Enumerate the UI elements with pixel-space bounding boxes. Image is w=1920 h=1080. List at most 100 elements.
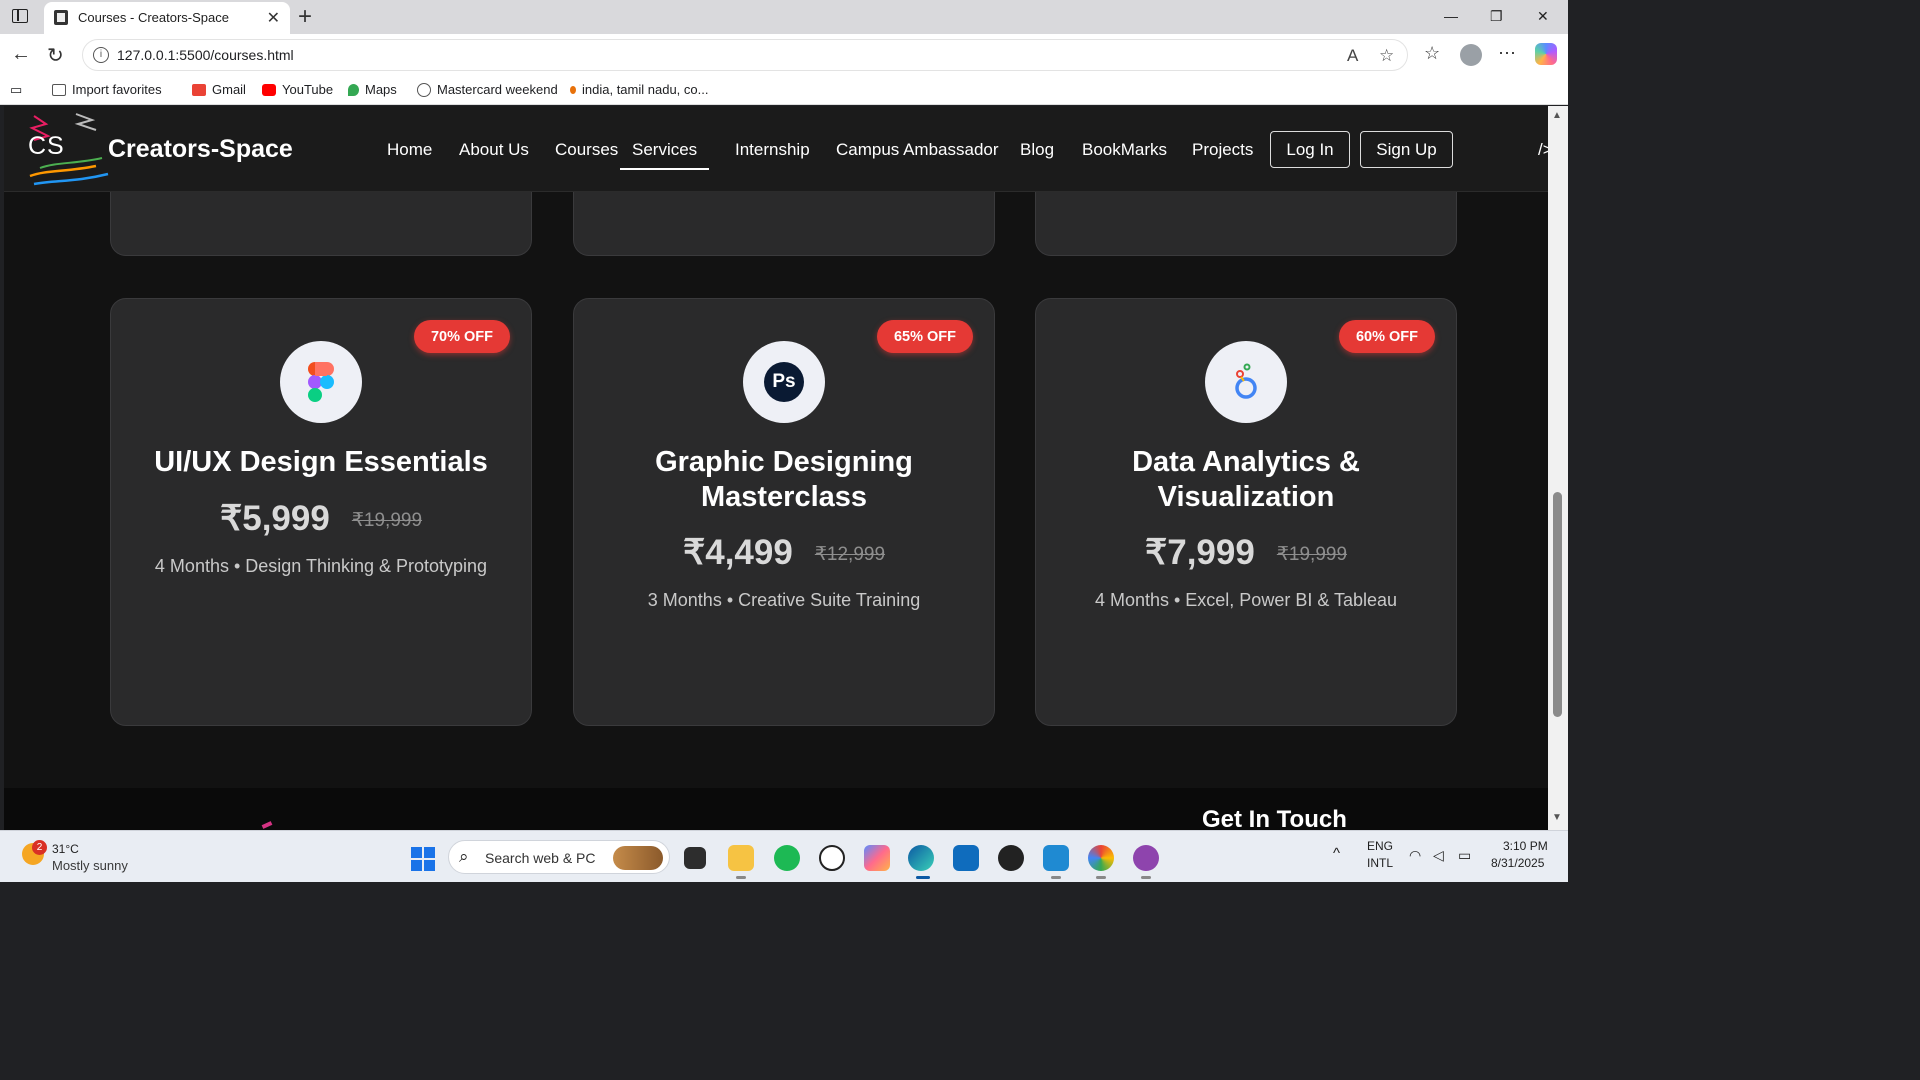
fav-import[interactable]: Import favorites [52,82,162,97]
globe-icon [417,82,431,97]
nav-about-us[interactable]: About Us [459,140,529,160]
vscode-icon[interactable] [1043,845,1069,871]
volume-icon[interactable]: ◁ [1433,847,1444,864]
tab-close-icon[interactable]: ✕ [267,8,280,28]
discount-badge: 60% OFF [1339,320,1435,353]
restore-icon[interactable]: ❐ [1490,8,1503,25]
maps-icon [348,83,359,96]
profile-avatar[interactable] [1460,44,1482,66]
discount-badge: 70% OFF [414,320,510,353]
battery-icon[interactable]: ▭ [1458,847,1471,864]
wifi-icon[interactable]: ◠ [1409,847,1421,864]
fav-location[interactable]: india, tamil nadu, co... [570,82,708,97]
copilot-icon[interactable] [1535,43,1557,65]
code-toggle-icon[interactable]: /> [1538,140,1548,160]
course-card[interactable]: 65% OFF Ps Graphic Designing Masterclass… [573,298,995,726]
brand-name[interactable]: Creators-Space [108,135,293,164]
favorite-star-icon[interactable]: ☆ [1379,46,1394,66]
scroll-down-icon[interactable]: ▼ [1552,812,1562,823]
nav-blog[interactable]: Blog [1020,140,1054,160]
fav-youtube[interactable]: YouTube [262,82,333,97]
address-bar[interactable]: i 127.0.0.1:5500/courses.html A ☆ [82,39,1408,71]
fav-gmail[interactable]: Gmail [192,82,246,97]
spotify-icon[interactable] [774,845,800,871]
browser-tab[interactable]: Courses - Creators-Space ✕ [44,2,290,34]
url-text[interactable]: 127.0.0.1:5500/courses.html [117,47,294,63]
course-meta: 3 Months • Creative Suite Training [647,590,921,610]
browser-toolbar: ← ↻ i 127.0.0.1:5500/courses.html A ☆ ☆ … [0,34,1568,76]
media-player-icon[interactable] [998,845,1024,871]
nav-home[interactable]: Home [387,140,432,160]
favorites-icon[interactable]: ☆ [1424,43,1440,64]
nav-internship[interactable]: Internship [735,140,810,160]
new-tab-icon[interactable]: + [298,3,312,31]
course-price: ₹7,999 [1144,533,1255,572]
windows-start-icon[interactable] [411,847,435,871]
clock-date[interactable]: 8/31/2025 [1491,856,1544,870]
lang-primary[interactable]: ENG [1367,839,1393,853]
nav-bookmarks[interactable]: BookMarks [1082,140,1167,160]
course-old-price: ₹19,999 [351,510,423,531]
course-meta: 4 Months • Design Thinking & Prototyping [154,556,488,576]
fav-mastercard[interactable]: Mastercard weekend [417,82,558,97]
more-icon[interactable]: ⋯ [1498,43,1516,64]
scroll-up-icon[interactable]: ▲ [1552,110,1562,121]
file-explorer-icon[interactable] [728,845,754,871]
scroll-thumb[interactable] [1553,492,1562,717]
collections-icon[interactable]: ▭ [10,82,22,98]
discount-badge: 65% OFF [877,320,973,353]
weather-badge: 2 [32,840,47,855]
signup-button[interactable]: Sign Up [1360,131,1453,168]
search-highlight-image [613,846,663,870]
import-icon [52,83,66,96]
nav-services[interactable]: Services [620,140,710,170]
course-price: ₹4,499 [682,533,793,572]
nav-courses[interactable]: Courses [555,140,618,160]
github-icon[interactable] [1133,845,1159,871]
taskbar-search[interactable]: ⌕ Search web & PC [448,840,670,874]
tab-favicon-icon [54,10,68,25]
login-button[interactable]: Log In [1270,131,1350,168]
running-indicator [1051,876,1061,879]
nav-campus-ambassador[interactable]: Campus Ambassador [836,140,999,160]
tab-title: Courses - Creators-Space [78,10,229,25]
windows-taskbar: 2 31°C Mostly sunny ⌕ Search web & PC ^ … [0,830,1568,882]
window-close-icon[interactable]: ✕ [1537,8,1549,25]
read-aloud-icon[interactable]: A [1347,46,1358,66]
analytics-icon [1205,341,1287,423]
course-old-price: ₹12,999 [814,544,886,565]
favorites-bar: ▭ Import favorites Gmail YouTube Maps Ma… [0,76,1568,105]
site-footer: Get In Touch [4,788,1548,830]
course-card[interactable]: 60% OFF Data Analytics & Visualization ₹… [1035,298,1457,726]
tab-strip: Courses - Creators-Space ✕ + — ❐ ✕ [0,0,1568,34]
pin-icon [570,85,576,94]
lang-secondary[interactable]: INTL [1367,856,1393,870]
site-info-icon[interactable]: i [93,47,109,63]
weather-desc[interactable]: Mostly sunny [52,858,128,873]
get-in-touch-heading: Get In Touch [1202,806,1347,830]
course-price: ₹5,999 [219,499,330,538]
edge-icon[interactable] [908,845,934,871]
page-scrollbar[interactable]: ▲ ▼ [1548,106,1568,830]
gmail-icon [192,83,206,96]
copilot-app-icon[interactable] [864,845,890,871]
footer-logo-fragment [261,821,273,829]
weather-temp[interactable]: 31°C [52,842,79,856]
figma-icon [280,341,362,423]
back-icon[interactable]: ← [11,43,31,66]
course-old-price: ₹19,999 [1276,544,1348,565]
minimize-icon[interactable]: — [1444,8,1458,24]
refresh-icon[interactable]: ↻ [47,43,64,68]
fav-maps[interactable]: Maps [348,82,397,97]
course-card[interactable]: 70% OFF UI/UX Design Essentials ₹5,999 ₹1… [110,298,532,726]
task-view-icon[interactable] [684,847,706,869]
tab-actions-icon[interactable] [12,9,28,23]
outlook-icon[interactable] [953,845,979,871]
logo-text[interactable]: CS [28,132,65,161]
clock-time[interactable]: 3:10 PM [1503,839,1548,853]
chrome-icon[interactable] [1088,845,1114,871]
dell-icon[interactable] [819,845,845,871]
nav-projects[interactable]: Projects [1192,140,1253,160]
tray-expand-icon[interactable]: ^ [1333,845,1340,862]
running-indicator [736,876,746,879]
